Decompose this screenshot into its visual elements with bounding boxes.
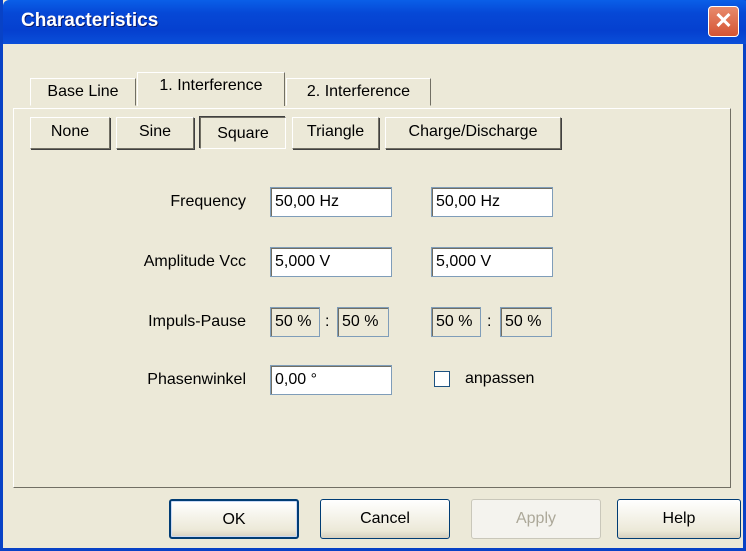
waveform-triangle-button[interactable]: Triangle [292,117,379,149]
frequency-field-2[interactable]: 50,00 Hz [431,187,553,217]
ok-button[interactable]: OK [169,499,299,539]
characteristics-dialog: Characteristics ✕ Base Line 1. Interfere… [0,0,746,551]
frequency-field-1[interactable]: 50,00 Hz [270,187,392,217]
pause-field-2[interactable]: 50 % [500,307,552,337]
cancel-button[interactable]: Cancel [320,499,450,539]
tab-label: Base Line [47,83,119,100]
waveform-square-button[interactable]: Square [200,117,286,149]
ratio-separator: : [487,313,492,330]
adapt-checkbox[interactable] [434,371,450,387]
amplitude-field-1[interactable]: 5,000 V [270,247,392,277]
window-title: Characteristics [21,10,159,31]
pulse-field-1[interactable]: 50 % [270,307,320,337]
waveform-none-button[interactable]: None [30,117,110,149]
tab-2-interference[interactable]: 2. Interference [286,78,431,106]
close-icon[interactable]: ✕ [708,6,739,37]
amplitude-field-2[interactable]: 5,000 V [431,247,553,277]
pause-field-1[interactable]: 50 % [337,307,389,337]
tab-1-interference[interactable]: 1. Interference [137,72,285,106]
title-bar[interactable]: Characteristics ✕ [3,0,746,44]
waveform-charge-discharge-button[interactable]: Charge/Discharge [385,117,561,149]
phase-angle-label: Phasenwinkel [147,371,246,388]
amplitude-label: Amplitude Vcc [143,253,246,270]
tab-panel [13,108,731,488]
ratio-separator: : [325,313,330,330]
frequency-label: Frequency [170,193,246,210]
pulse-field-2[interactable]: 50 % [431,307,481,337]
apply-button[interactable]: Apply [471,499,601,539]
phase-angle-field[interactable]: 0,00 ° [270,365,392,395]
help-button[interactable]: Help [617,499,741,539]
tab-label: 2. Interference [306,83,411,100]
adapt-label: anpassen [465,370,535,387]
tab-base-line[interactable]: Base Line [30,78,136,106]
tab-label: 1. Interference [159,77,263,94]
impuls-pause-label: Impuls-Pause [148,313,246,330]
waveform-sine-button[interactable]: Sine [116,117,194,149]
